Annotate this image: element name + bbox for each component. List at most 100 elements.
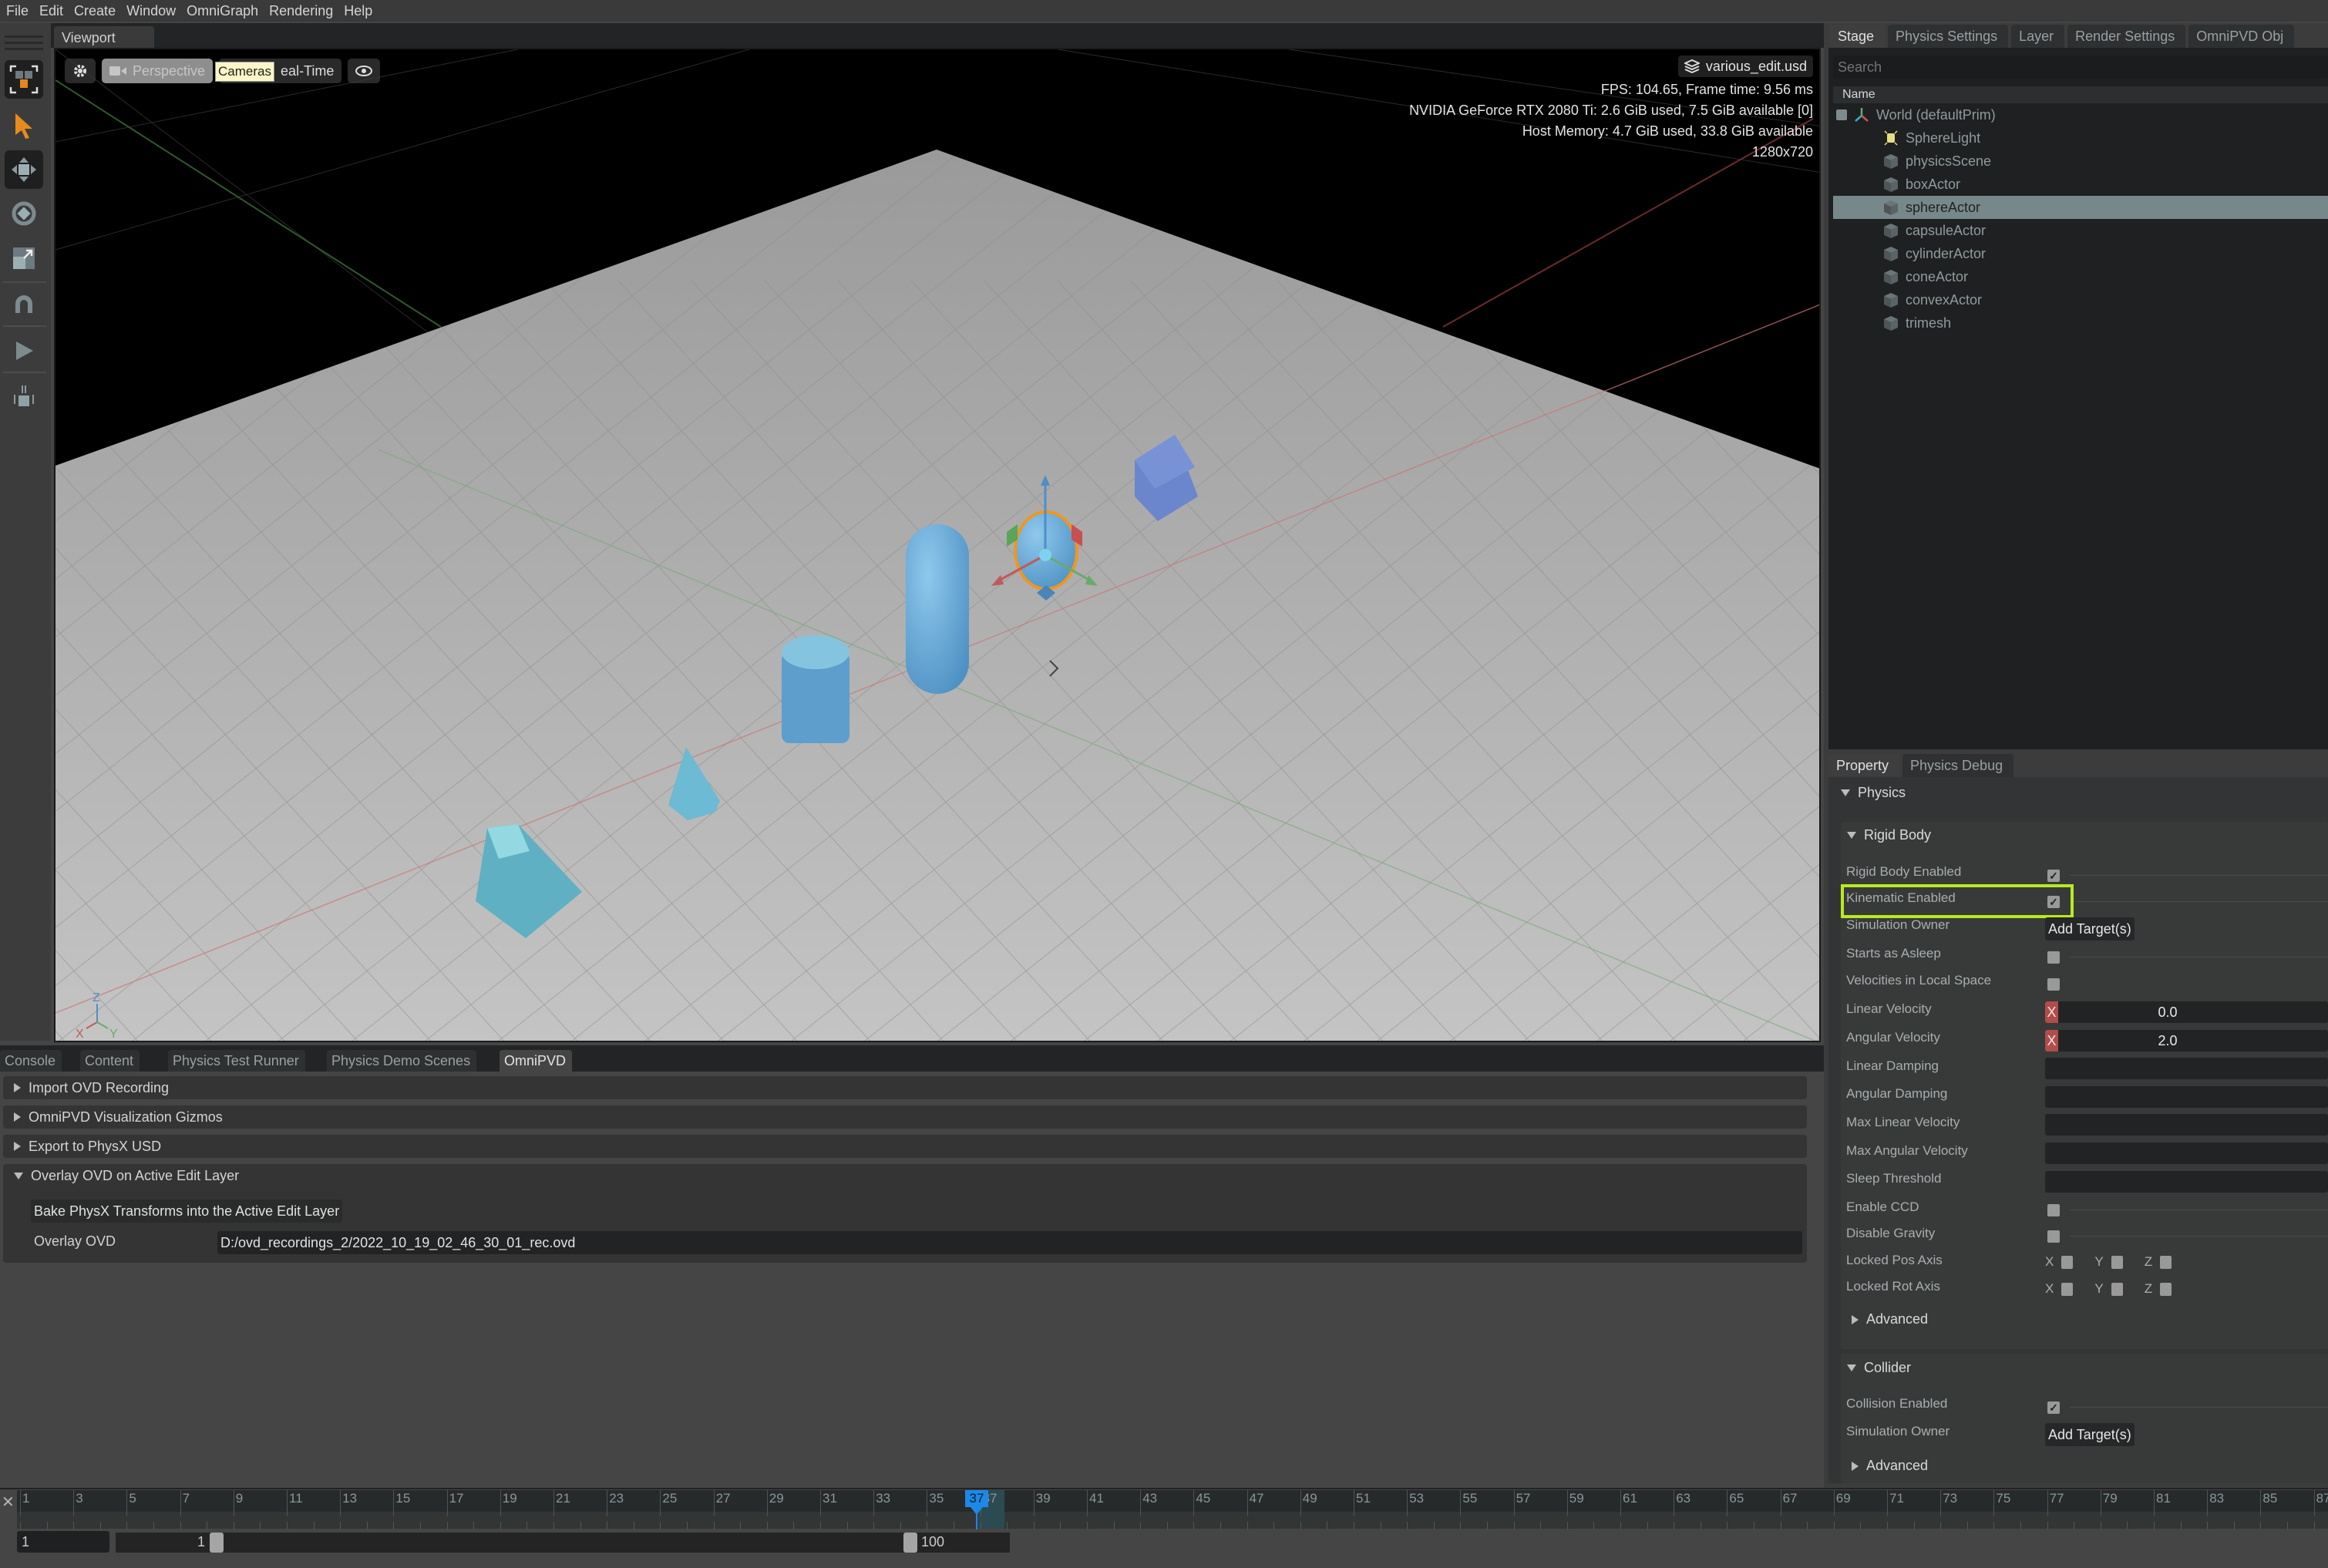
collapse-toggle-icon[interactable] [1836, 109, 1847, 120]
timeline-ticks[interactable] [17, 1512, 2328, 1529]
menu-window[interactable]: Window [126, 3, 176, 19]
physics-section-header[interactable]: Physics [1841, 785, 1906, 801]
menu-create[interactable]: Create [74, 3, 116, 19]
disable-gravity-checkbox[interactable] [2047, 1230, 2060, 1243]
timeline-range-slider[interactable] [116, 1533, 1010, 1553]
tab-viewport[interactable]: Viewport [54, 26, 154, 48]
tree-row-SphereLight[interactable]: SphereLight [1833, 126, 2328, 150]
timeline-minor-tick [1913, 1522, 1915, 1529]
linear-damping-field[interactable] [2045, 1058, 2328, 1079]
tab-console[interactable]: Console [0, 1050, 62, 1072]
tree-row-physicsScene[interactable]: physicsScene [1833, 150, 2328, 173]
collapse-triangle-icon [1847, 1364, 1856, 1371]
timeline-minor-tick [153, 1522, 154, 1529]
rigid-body-header[interactable]: Rigid Body [1847, 827, 1931, 843]
range-start-handle[interactable] [210, 1533, 224, 1553]
add-targets-button[interactable]: Add Target(s) [2045, 917, 2135, 940]
velocities-local-checkbox[interactable] [2047, 978, 2060, 991]
menu-help[interactable]: Help [344, 3, 372, 19]
viewport-settings-button[interactable] [65, 59, 96, 83]
tree-row-coneActor[interactable]: coneActor [1833, 265, 2328, 288]
starts-as-asleep-checkbox[interactable] [2047, 951, 2060, 964]
capsule-actor[interactable] [906, 524, 969, 694]
linear-velocity-x-value[interactable]: 0.0 [2058, 1001, 2277, 1023]
tree-row-world[interactable]: World (defaultPrim) [1833, 103, 2328, 126]
select-mode-button[interactable] [5, 60, 43, 99]
menu-edit[interactable]: Edit [39, 3, 63, 19]
overlay-ovd-label: Overlay OVD [34, 1233, 116, 1249]
angular-velocity-x-value[interactable]: 2.0 [2058, 1030, 2277, 1052]
locked-rot-z-checkbox[interactable] [2160, 1282, 2172, 1296]
bake-transforms-button[interactable]: Bake PhysX Transforms into the Active Ed… [31, 1200, 343, 1223]
rigid-body-enabled-checkbox[interactable]: ✓ [2047, 870, 2060, 882]
drop-physics-button[interactable] [5, 378, 43, 416]
tab-layer[interactable]: Layer [2011, 25, 2065, 48]
tree-row-convexActor[interactable]: convexActor [1833, 288, 2328, 311]
move-button[interactable] [5, 150, 43, 189]
tree-row-boxActor[interactable]: boxActor [1833, 173, 2328, 196]
timeline-close-icon[interactable]: ✕ [2, 1492, 15, 1512]
collision-enabled-checkbox[interactable]: ✓ [2047, 1401, 2060, 1414]
tab-physics-test-runner[interactable]: Physics Test Runner [168, 1050, 305, 1072]
visibility-button[interactable] [348, 59, 381, 83]
tab-physics-settings[interactable]: Physics Settings [1888, 25, 2009, 48]
tab-content[interactable]: Content [80, 1050, 140, 1072]
select-arrow-button[interactable] [5, 106, 43, 145]
tab-stage[interactable]: Stage [1830, 25, 1886, 48]
collider-header[interactable]: Collider [1847, 1360, 1911, 1376]
range-end-handle[interactable] [903, 1533, 917, 1553]
toolbar-grip[interactable] [5, 35, 43, 38]
collider-advanced-toggle[interactable]: Advanced [1852, 1458, 1928, 1474]
linear-velocity-field[interactable]: X 0.0 [2045, 1001, 2328, 1023]
timeline-ruler[interactable] [17, 1490, 2328, 1512]
stage-file-badge[interactable]: various_edit.usd [1677, 56, 1813, 77]
cylinder-actor[interactable] [782, 635, 849, 743]
angular-velocity-field[interactable]: X 2.0 [2045, 1030, 2328, 1052]
menu-rendering[interactable]: Rendering [269, 3, 333, 19]
locked-rot-y-checkbox[interactable] [2111, 1282, 2123, 1296]
rotate-button[interactable] [5, 194, 43, 233]
tree-row-cylinderActor[interactable]: cylinderActor [1833, 242, 2328, 265]
locked-rot-x-checkbox[interactable] [2061, 1282, 2074, 1296]
tab-physics-demo-scenes[interactable]: Physics Demo Scenes [327, 1050, 477, 1072]
section-visualization-gizmos[interactable]: OmniPVD Visualization Gizmos [3, 1105, 1807, 1129]
scale-icon [13, 247, 35, 269]
enable-ccd-checkbox[interactable] [2047, 1204, 2060, 1216]
timeline-major-tick [1993, 1490, 1995, 1516]
tab-render-settings[interactable]: Render Settings [2067, 25, 2186, 48]
locked-pos-x-checkbox[interactable] [2061, 1255, 2074, 1269]
angular-damping-field[interactable] [2045, 1086, 2328, 1108]
timeline-start-field[interactable] [17, 1531, 109, 1553]
play-button[interactable] [5, 331, 43, 370]
timeline-playhead[interactable]: 37 [965, 1490, 988, 1507]
toolbar-grip[interactable] [5, 48, 43, 50]
tree-row-trimesh[interactable]: trimesh [1833, 311, 2328, 335]
menu-file[interactable]: File [6, 3, 29, 19]
tab-omnipvd[interactable]: OmniPVD [500, 1050, 573, 1072]
stage-column-header[interactable]: Name [1833, 86, 2328, 103]
menu-omnigraph[interactable]: OmniGraph [187, 3, 258, 19]
collider-add-targets-button[interactable]: Add Target(s) [2045, 1423, 2135, 1446]
camera-perspective-button[interactable]: Perspective [102, 59, 214, 83]
tree-row-sphereActor[interactable]: sphereActor [1833, 196, 2328, 219]
section-import-ovd[interactable]: Import OVD Recording [3, 1076, 1807, 1099]
stage-search-input[interactable] [1833, 56, 2328, 79]
locked-pos-z-checkbox[interactable] [2160, 1255, 2172, 1269]
scale-button[interactable] [5, 239, 43, 278]
tab-physics-debug[interactable]: Physics Debug [1902, 754, 2014, 777]
max-linear-velocity-field[interactable] [2045, 1114, 2328, 1136]
kinematic-highlight-box [1841, 884, 2074, 918]
toolbar-grip[interactable] [5, 42, 43, 44]
snap-button[interactable] [5, 285, 43, 324]
tab-omnipvd-object[interactable]: OmniPVD Obj [2188, 25, 2295, 48]
overlay-ovd-path-field[interactable] [217, 1231, 1802, 1254]
viewport-canvas[interactable]: Z X Y [54, 48, 1821, 1042]
sleep-threshold-field[interactable] [2045, 1171, 2328, 1193]
section-overlay-ovd[interactable]: Overlay OVD on Active Edit Layer [3, 1164, 1807, 1187]
locked-pos-y-checkbox[interactable] [2111, 1255, 2123, 1269]
rigid-body-advanced-toggle[interactable]: Advanced [1852, 1311, 1928, 1327]
tree-row-capsuleActor[interactable]: capsuleActor [1833, 219, 2328, 242]
section-export-physx-usd[interactable]: Export to PhysX USD [3, 1135, 1807, 1158]
tab-property[interactable]: Property [1828, 754, 1900, 777]
max-angular-velocity-field[interactable] [2045, 1142, 2328, 1164]
